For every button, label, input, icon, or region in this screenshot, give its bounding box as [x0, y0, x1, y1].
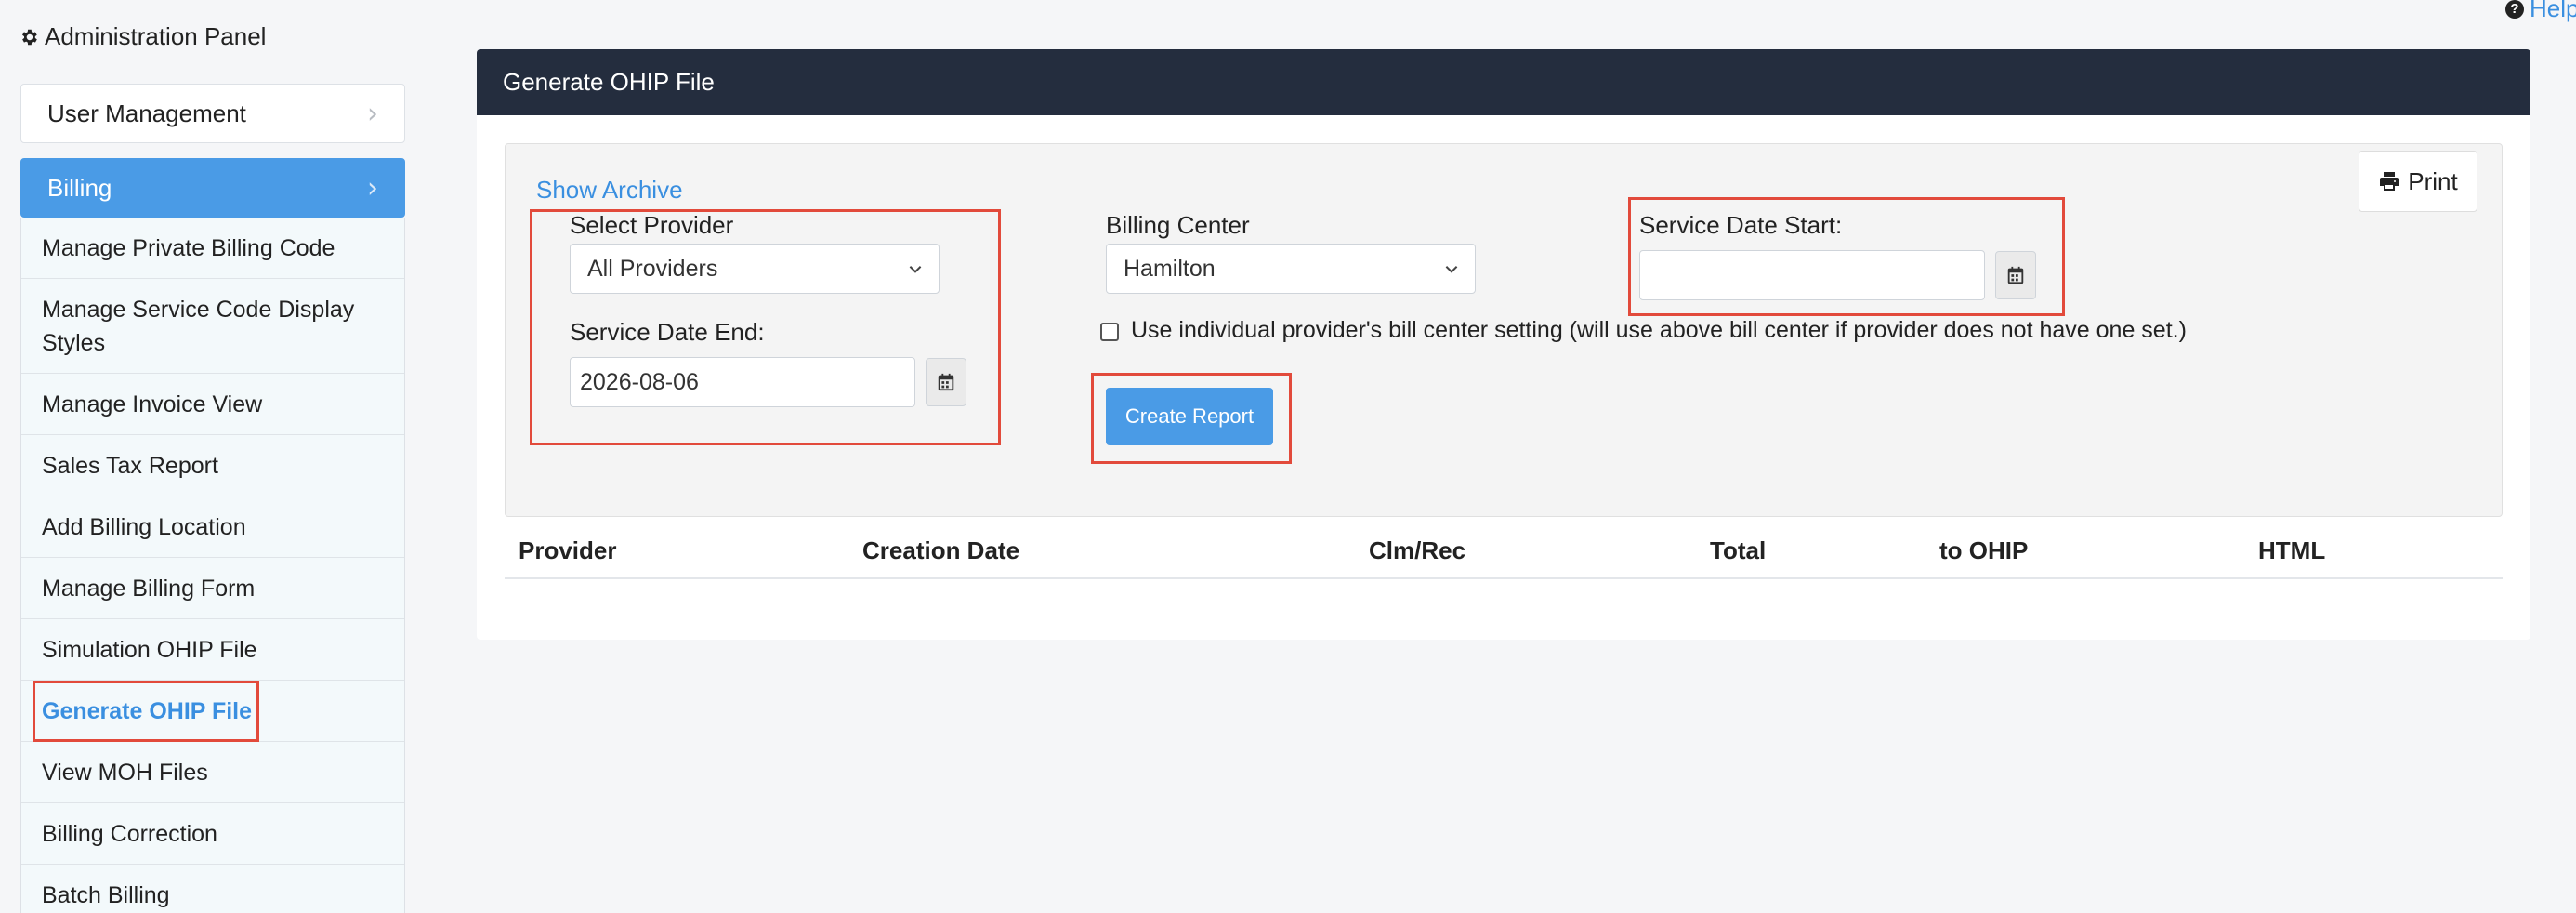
- billing-menu: Manage Private Billing Code Manage Servi…: [20, 218, 405, 913]
- highlight-box-create-report: [1091, 373, 1292, 464]
- sidebar-item-sales-tax-report[interactable]: Sales Tax Report: [21, 435, 404, 496]
- help-label: Help: [2530, 0, 2576, 22]
- billing-center-select-value: Hamilton: [1124, 255, 1216, 282]
- column-header-clm-rec[interactable]: Clm/Rec: [1369, 536, 1465, 565]
- sidebar-item-manage-service-code-display-styles[interactable]: Manage Service Code Display Styles: [21, 279, 404, 374]
- print-label: Print: [2408, 166, 2458, 195]
- print-button[interactable]: Print: [2359, 151, 2477, 212]
- sidebar-item-label: Manage Private Billing Code: [42, 234, 335, 261]
- generate-ohip-panel: Generate OHIP File Print Show Archive Se…: [477, 49, 2530, 640]
- column-header-total[interactable]: Total: [1710, 536, 1766, 565]
- sidebar-item-manage-private-billing-code[interactable]: Manage Private Billing Code: [21, 218, 404, 279]
- sidebar-item-batch-billing[interactable]: Batch Billing: [21, 865, 404, 913]
- sidebar-section-billing[interactable]: Billing ›: [20, 158, 405, 218]
- sidebar-item-generate-ohip-file[interactable]: Generate OHIP File: [21, 681, 404, 742]
- sidebar-item-label: Add Billing Location: [42, 513, 246, 540]
- sidebar-item-label: Billing Correction: [42, 820, 217, 847]
- highlight-box: [33, 681, 259, 742]
- printer-icon: [2380, 172, 2399, 191]
- chevron-down-icon: [1445, 266, 1458, 273]
- sidebar-item-simulation-ohip-file[interactable]: Simulation OHIP File: [21, 619, 404, 681]
- column-header-to-ohip[interactable]: to OHIP: [1939, 536, 2028, 565]
- sidebar-item-label: Batch Billing: [42, 881, 170, 908]
- sidebar-item-manage-billing-form[interactable]: Manage Billing Form: [21, 558, 404, 619]
- sidebar-item-label: Simulation OHIP File: [42, 636, 257, 663]
- individual-bill-center-checkbox[interactable]: [1100, 323, 1119, 341]
- sidebar: User Management › Billing › Manage Priva…: [20, 84, 405, 913]
- panel-header: Generate OHIP File: [477, 49, 2530, 115]
- column-header-html[interactable]: HTML: [2258, 536, 2325, 565]
- show-archive-link[interactable]: Show Archive: [536, 176, 683, 205]
- highlight-box-provider: [530, 209, 1001, 445]
- column-header-provider[interactable]: Provider: [519, 536, 617, 565]
- individual-bill-center-label: Use individual provider's bill center se…: [1131, 317, 2187, 343]
- sidebar-item-label: Sales Tax Report: [42, 452, 218, 479]
- sidebar-section-label: User Management: [47, 99, 246, 127]
- admin-panel-title: Administration Panel: [19, 22, 266, 51]
- gear-icon: [22, 29, 37, 45]
- highlight-box-date-start: [1628, 197, 2065, 316]
- sidebar-item-view-moh-files[interactable]: View MOH Files: [21, 742, 404, 803]
- sidebar-item-label: Manage Service Code Display Styles: [42, 296, 355, 356]
- help-link[interactable]: ? Help: [2505, 0, 2576, 23]
- chevron-right-icon: ›: [367, 97, 378, 130]
- admin-panel-title-text: Administration Panel: [45, 22, 267, 50]
- sidebar-item-manage-invoice-view[interactable]: Manage Invoice View: [21, 374, 404, 435]
- question-circle-icon: ?: [2505, 0, 2524, 19]
- sidebar-item-label: Manage Invoice View: [42, 390, 263, 417]
- sidebar-item-label: View MOH Files: [42, 759, 208, 786]
- page-title: Generate OHIP File: [503, 68, 715, 96]
- column-header-creation-date[interactable]: Creation Date: [862, 536, 1019, 565]
- billing-center-select[interactable]: Hamilton: [1106, 244, 1476, 294]
- table-header: Provider Creation Date Clm/Rec Total to …: [505, 533, 2503, 579]
- report-form: Print Show Archive Select Provider All P…: [505, 143, 2503, 517]
- billing-center-label: Billing Center: [1106, 211, 1250, 239]
- sidebar-item-add-billing-location[interactable]: Add Billing Location: [21, 496, 404, 558]
- sidebar-section-user-management[interactable]: User Management ›: [20, 84, 405, 143]
- sidebar-item-label: Manage Billing Form: [42, 575, 256, 602]
- sidebar-item-billing-correction[interactable]: Billing Correction: [21, 803, 404, 865]
- sidebar-section-label: Billing: [47, 173, 112, 202]
- chevron-right-icon: ›: [367, 171, 378, 205]
